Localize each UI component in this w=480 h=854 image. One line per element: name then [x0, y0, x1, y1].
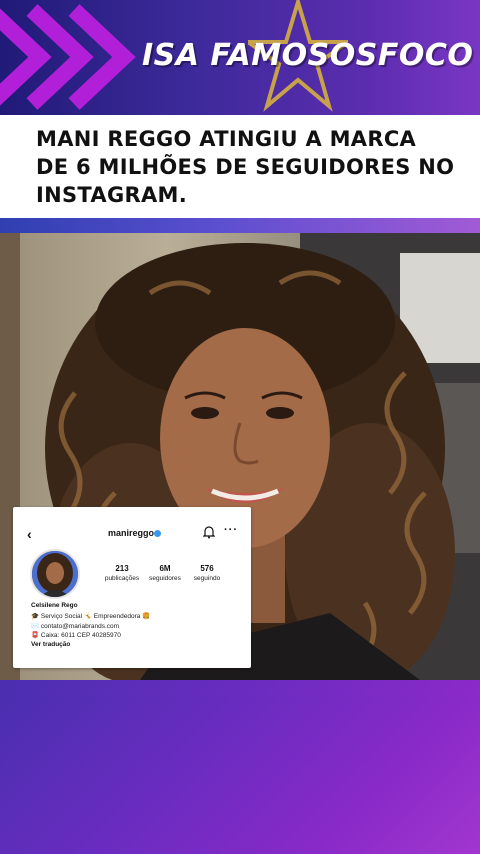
divider-stripe-top [0, 218, 480, 233]
verified-badge-icon [154, 530, 161, 537]
following-count-label: seguindo [193, 575, 221, 582]
bio-line[interactable]: ✉️ contato@mariabrands.com [31, 622, 119, 630]
chevron-arrows-icon [0, 4, 136, 110]
avatar[interactable] [30, 549, 80, 599]
see-translation-link[interactable]: Ver tradução [31, 641, 70, 648]
following-count-value: 576 [200, 564, 214, 573]
bell-icon[interactable] [203, 526, 215, 539]
header-banner: ISA FAMOSOSFOCO [0, 0, 480, 115]
instagram-profile-card: ‹ manireggo ··· 213 publicações 6M segui… [13, 507, 251, 668]
bio-line: 📮 Caixa: 6011 CEP 40285970 [31, 632, 121, 639]
bottom-gradient-panel [0, 695, 480, 854]
bio-line: 🎓 Serviço Social 🤸 Empreendedora 🍔 [31, 613, 151, 620]
back-arrow-icon[interactable]: ‹ [27, 527, 32, 541]
headline-text: MANI REGGO ATINGIU A MARCA DE 6 MILHÕES … [36, 127, 455, 207]
headline-box: MANI REGGO ATINGIU A MARCA DE 6 MILHÕES … [0, 115, 480, 218]
following-count[interactable]: 576 seguindo [182, 564, 232, 582]
brand-title: ISA FAMOSOSFOCO [142, 38, 474, 73]
profile-name: Celsilene Rego [31, 602, 78, 609]
instagram-username[interactable]: manireggo [108, 528, 154, 538]
more-options-icon[interactable]: ··· [224, 524, 238, 536]
